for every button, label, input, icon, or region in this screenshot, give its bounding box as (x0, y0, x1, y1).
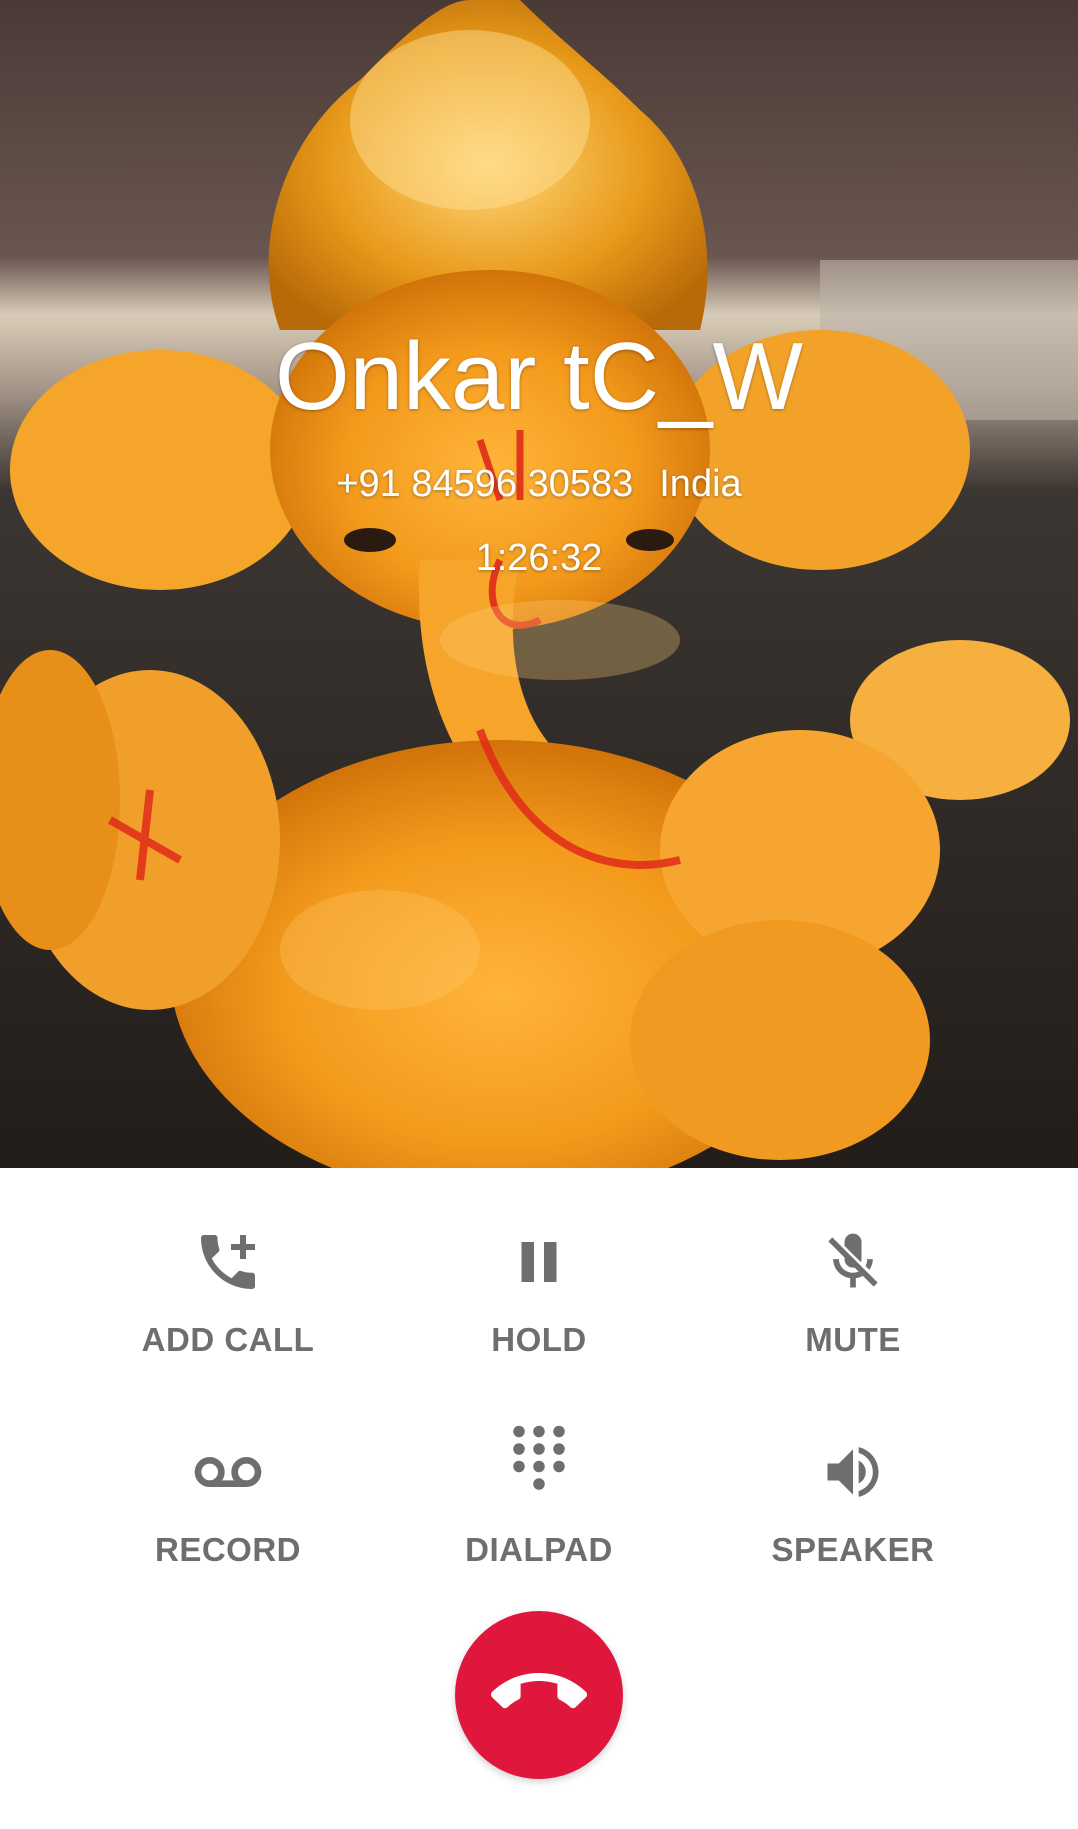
pause-icon (499, 1222, 579, 1302)
call-timer: 1:26:32 (475, 537, 603, 579)
contact-photo (0, 0, 1078, 1168)
mute-button[interactable]: MUTE (703, 1222, 1003, 1372)
caller-location: India (659, 463, 742, 505)
caller-number-line: +91 84596 30583 India (0, 462, 1078, 506)
speaker-button[interactable]: SPEAKER (703, 1432, 1003, 1582)
speaker-label: SPEAKER (771, 1531, 935, 1568)
add-call-icon (188, 1222, 268, 1302)
add-call-button[interactable]: ADD CALL (78, 1222, 378, 1372)
dialpad-button[interactable]: DIALPAD (389, 1425, 689, 1582)
speaker-icon (813, 1432, 893, 1512)
voicemail-icon (188, 1432, 268, 1512)
caller-name: Onkar tC_W (274, 323, 804, 430)
end-call-icon (491, 1645, 587, 1746)
caller-number: +91 84596 30583 (336, 463, 634, 505)
add-call-label: ADD CALL (141, 1321, 315, 1358)
dialpad-icon (499, 1424, 579, 1504)
record-label: RECORD (154, 1531, 301, 1568)
dialpad-label: DIALPAD (465, 1531, 613, 1568)
mute-label: MUTE (805, 1321, 901, 1358)
record-button[interactable]: RECORD (78, 1432, 378, 1582)
hold-button[interactable]: HOLD (389, 1222, 689, 1372)
end-call-button[interactable] (455, 1611, 623, 1779)
mic-off-icon (813, 1222, 893, 1302)
hold-label: HOLD (491, 1321, 587, 1358)
